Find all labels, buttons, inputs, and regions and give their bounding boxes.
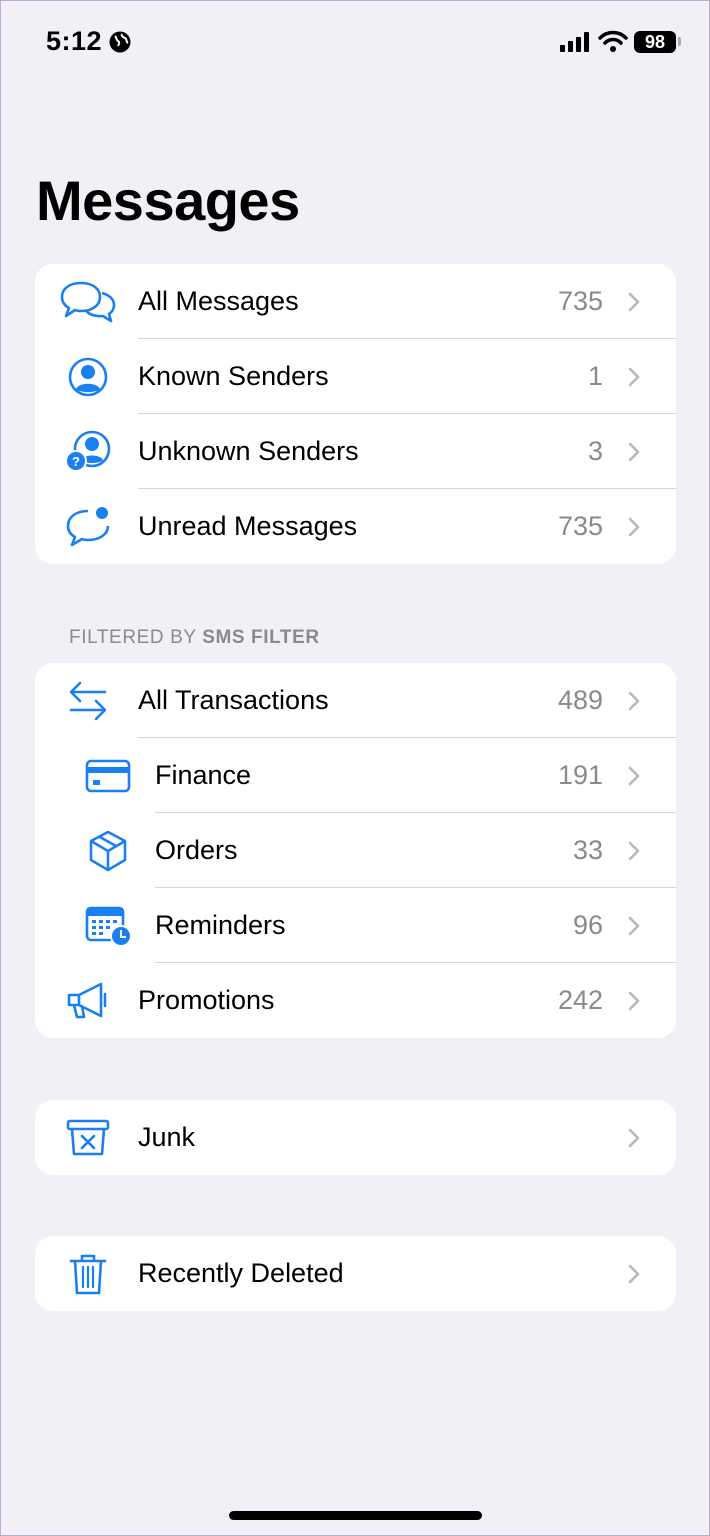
chevron-right-icon	[628, 1264, 640, 1284]
row-count: 489	[557, 685, 603, 715]
junk-group: Junk	[35, 1100, 676, 1175]
section-header: FILTERED BY SMS FILTER	[69, 627, 320, 649]
row-label: Reminders	[155, 910, 286, 940]
row-count: 191	[557, 760, 603, 790]
row-reminders[interactable]: Reminders 96	[35, 888, 676, 963]
row-count: 3	[587, 436, 603, 466]
credit-card-icon	[79, 752, 137, 800]
status-time: 5:12	[46, 26, 103, 56]
chevron-right-icon	[628, 766, 640, 786]
home-indicator[interactable]	[229, 1511, 482, 1520]
row-finance[interactable]: Finance 191	[35, 738, 676, 813]
page-title: Messages	[36, 169, 300, 232]
row-all-messages[interactable]: All Messages 735	[35, 264, 676, 339]
box-icon	[79, 827, 137, 875]
chevron-right-icon	[628, 1128, 640, 1148]
row-label: Orders	[155, 835, 238, 865]
wifi-icon	[598, 30, 628, 52]
row-orders[interactable]: Orders 33	[35, 813, 676, 888]
row-known-senders[interactable]: Known Senders 1	[35, 339, 676, 414]
trash-icon	[59, 1250, 117, 1298]
inbox-group: All Messages 735 Known Senders 1 ? Unkno…	[35, 264, 676, 564]
megaphone-icon	[59, 977, 117, 1025]
calendar-clock-icon	[79, 902, 137, 950]
person-question-icon: ?	[59, 428, 117, 476]
chevron-right-icon	[628, 916, 640, 936]
battery-tip	[678, 37, 681, 46]
chevron-right-icon	[628, 442, 640, 462]
battery-icon: 98	[634, 31, 676, 53]
chevron-right-icon	[628, 991, 640, 1011]
row-count: 33	[572, 835, 603, 865]
svg-text:?: ?	[72, 454, 80, 469]
row-label: Junk	[138, 1122, 196, 1152]
row-label: Known Senders	[138, 361, 329, 391]
recently-deleted-group: Recently Deleted	[35, 1236, 676, 1311]
cellular-signal-icon	[560, 32, 589, 52]
row-label: Finance	[155, 760, 252, 790]
chevron-right-icon	[628, 292, 640, 312]
row-count: 735	[557, 286, 603, 316]
arrows-left-right-icon	[59, 677, 117, 725]
section-header-prefix: FILTERED BY	[69, 627, 203, 648]
trash-x-icon	[59, 1114, 117, 1162]
bubble-unread-icon	[59, 503, 117, 551]
chevron-right-icon	[628, 517, 640, 537]
row-unknown-senders[interactable]: ? Unknown Senders 3	[35, 414, 676, 489]
row-label: Recently Deleted	[138, 1258, 344, 1288]
globe-icon	[109, 31, 131, 53]
row-promotions[interactable]: Promotions 242	[35, 963, 676, 1038]
row-label: Unread Messages	[138, 511, 358, 541]
section-header-filter: SMS FILTER	[202, 627, 320, 648]
speech-bubbles-icon	[59, 278, 117, 326]
chevron-right-icon	[628, 691, 640, 711]
chevron-right-icon	[628, 367, 640, 387]
row-label: All Transactions	[138, 685, 329, 715]
row-junk[interactable]: Junk	[35, 1100, 676, 1175]
row-label: Promotions	[138, 985, 275, 1015]
row-label: Unknown Senders	[138, 436, 359, 466]
chevron-right-icon	[628, 841, 640, 861]
filtered-group: All Transactions 489 Finance 191 Orders …	[35, 663, 676, 1038]
row-count: 1	[587, 361, 603, 391]
row-all-transactions[interactable]: All Transactions 489	[35, 663, 676, 738]
row-unread-messages[interactable]: Unread Messages 735	[35, 489, 676, 564]
row-label: All Messages	[138, 286, 299, 316]
row-count: 242	[557, 985, 603, 1015]
person-circle-icon	[59, 353, 117, 401]
row-count: 735	[557, 511, 603, 541]
row-recently-deleted[interactable]: Recently Deleted	[35, 1236, 676, 1311]
row-count: 96	[572, 910, 603, 940]
